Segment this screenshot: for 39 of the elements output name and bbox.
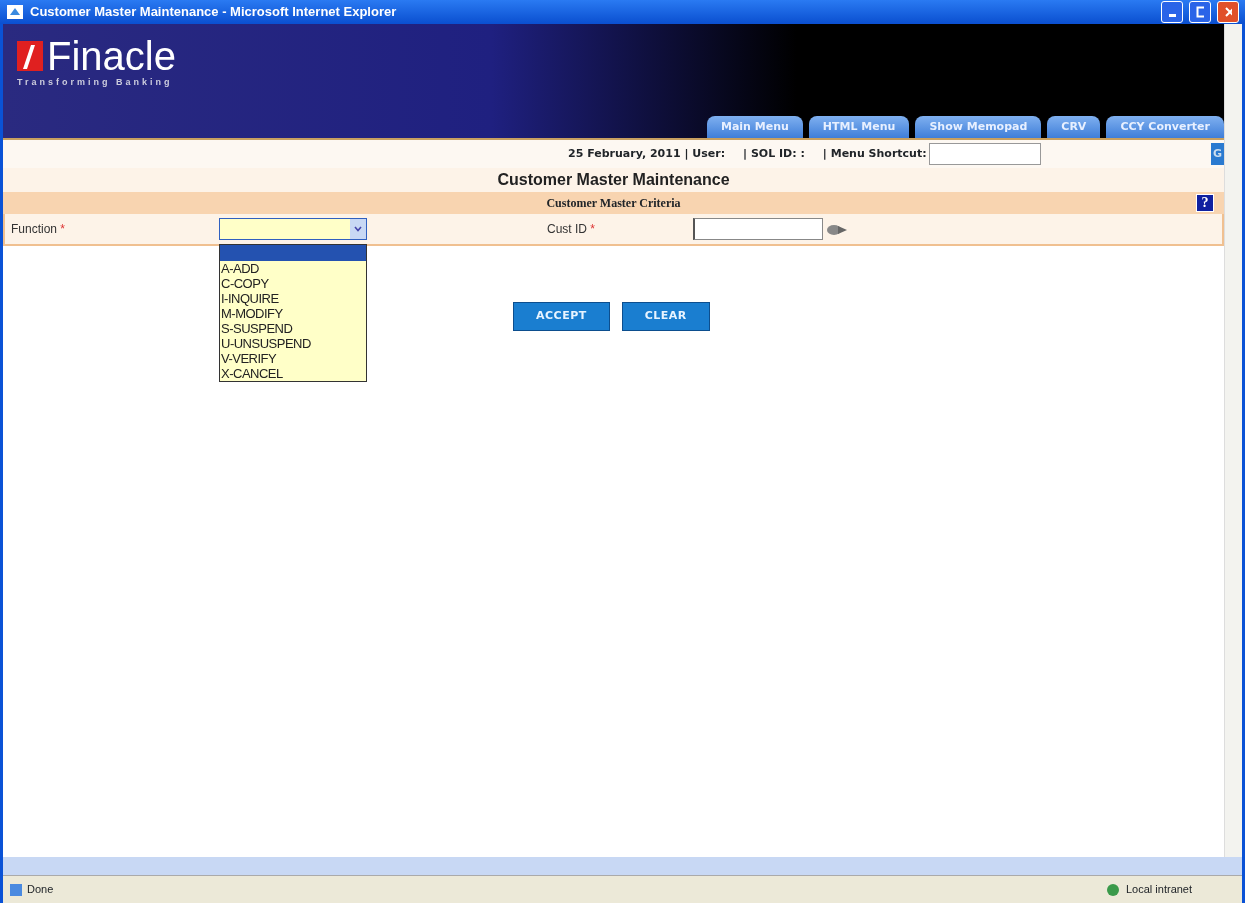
dropdown-option[interactable]: M-MODIFY (220, 306, 366, 321)
sol-id-text: | SOL ID: : (743, 145, 805, 162)
globe-icon (1106, 883, 1122, 898)
browser-icon (6, 3, 24, 21)
section-title: Customer Master Criteria (546, 195, 681, 212)
zone-text: Local intranet (1126, 882, 1194, 898)
close-icon (1224, 6, 1232, 18)
minimize-icon (1168, 14, 1176, 17)
horizontal-scrollbar[interactable] (3, 857, 1242, 875)
cust-id-field[interactable] (693, 218, 823, 240)
help-button[interactable]: ? (1196, 194, 1214, 212)
maximize-icon (1196, 6, 1204, 18)
accept-button[interactable]: ACCEPT (513, 302, 610, 331)
dropdown-option[interactable]: S-SUSPEND (220, 321, 366, 336)
shortcut-label: | Menu Shortcut: (822, 145, 927, 162)
close-button[interactable] (1217, 1, 1239, 23)
function-select[interactable] (219, 218, 367, 240)
shortcut-field[interactable] (928, 143, 1041, 165)
window-title: Customer Master Maintenance - Microsoft Internet Explorer (30, 3, 398, 22)
dropdown-option[interactable]: A-ADD (220, 261, 366, 276)
logo-text: Finacle (47, 36, 176, 76)
dropdown-option[interactable]: I-INQUIRE (220, 291, 366, 306)
lookup-icon[interactable] (826, 222, 848, 237)
field-label: Cust ID * (546, 221, 596, 238)
dropdown-option[interactable]: C-COPY (220, 276, 366, 291)
page-title: Customer Master Maintenance (3, 168, 1224, 192)
date-user-text: 25 February, 2011 | User: (568, 145, 726, 162)
dropdown-option[interactable]: X-CANCEL (220, 366, 366, 381)
vertical-scrollbar[interactable] (1224, 24, 1242, 857)
minimize-button[interactable] (1161, 1, 1183, 23)
status-text: Done (27, 882, 55, 898)
maximize-button[interactable] (1189, 1, 1211, 23)
field-label: Function * (10, 221, 67, 238)
dropdown-option[interactable]: V-VERIFY (220, 351, 366, 366)
dropdown-option[interactable]: U-UNSUSPEND (220, 336, 366, 351)
page-icon (9, 882, 23, 897)
clear-button[interactable]: CLEAR (621, 302, 710, 331)
logo-tagline: Transforming Banking (17, 76, 174, 89)
logo-icon (17, 41, 43, 71)
